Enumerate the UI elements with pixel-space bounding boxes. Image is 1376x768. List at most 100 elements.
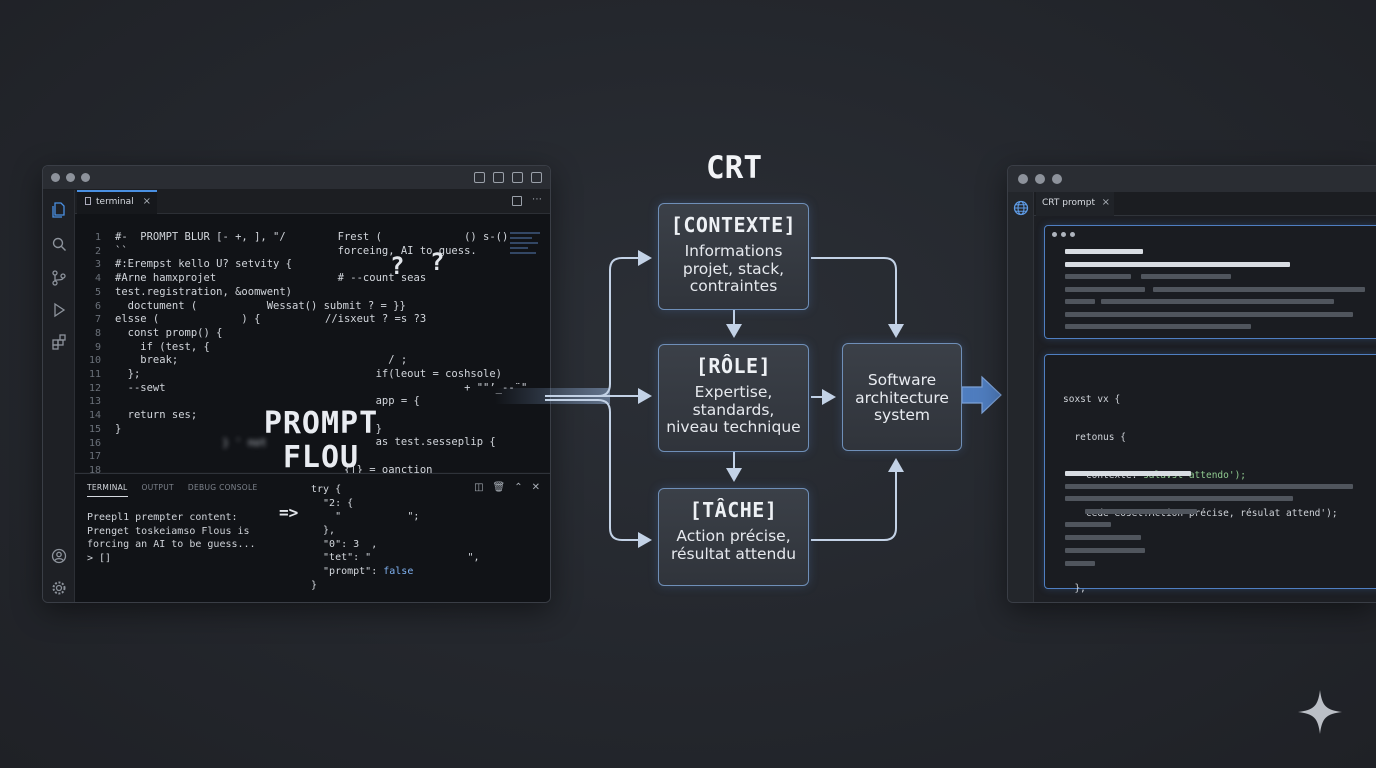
text-line	[1065, 312, 1353, 317]
code-line: / ;	[325, 354, 408, 367]
text-line	[1065, 249, 1143, 254]
line-number: 16	[88, 437, 101, 449]
json-line: " ";	[311, 511, 420, 523]
search-icon[interactable]	[51, 236, 67, 252]
line-number: 11	[88, 369, 101, 381]
trash-icon[interactable]: 🗑	[493, 482, 506, 493]
terminal-line: Preepl1 prempter content:	[87, 512, 238, 523]
close-window-button[interactable]	[1018, 174, 1028, 184]
panel-tab-debug-console[interactable]: DEBUG CONSOLE	[188, 483, 258, 497]
tab-crt-prompt[interactable]: CRT prompt ×	[1036, 192, 1114, 216]
editor-tab-strip: CRT prompt ×	[1034, 192, 1376, 216]
prompt-card-top	[1044, 225, 1376, 339]
node-line: architecture	[855, 388, 949, 407]
node-role: [RÔLE] Expertise, standards, niveau tech…	[658, 344, 809, 452]
json-line: "tet": " ",	[311, 552, 480, 564]
code-line: if(leout = coshsole)	[325, 367, 503, 380]
code-line: forceing, AI to guess.	[325, 244, 477, 257]
prompt-card-bottom: soxst vx { retonus { contexte:'salavst-a…	[1044, 354, 1376, 594]
text-line	[1065, 471, 1191, 476]
close-panel-icon[interactable]: ✕	[532, 482, 540, 493]
account-icon[interactable]	[51, 548, 67, 564]
panel-tab-output[interactable]: OUTPUT	[142, 483, 174, 497]
line-number: 4	[94, 273, 101, 285]
editor-tab-strip: terminal × ⋯	[75, 190, 550, 214]
line-number: 1	[94, 232, 101, 243]
line-number: 14	[88, 410, 101, 422]
node-tache-body: Action précise, résultat attendu	[659, 527, 808, 563]
node-line: Action précise,	[676, 527, 791, 545]
arrow-to-contexte	[545, 250, 652, 397]
text-line	[1065, 484, 1353, 489]
json-line: "prompt": false	[311, 566, 414, 578]
text-line	[1153, 287, 1365, 292]
arrow-symbol: =>	[279, 503, 299, 522]
line-number: 17	[88, 451, 101, 463]
close-tab-icon[interactable]: ×	[1102, 197, 1110, 208]
arrow-to-tache	[545, 399, 652, 548]
split-editor-icon[interactable]	[512, 172, 523, 183]
question-mark: ?	[390, 252, 405, 280]
source-control-icon[interactable]	[51, 270, 67, 286]
crt-prompt-window: CRT prompt × soxst vx { retonus { contex…	[1007, 165, 1376, 603]
activity-bar	[1008, 192, 1034, 602]
text-line	[1065, 324, 1251, 329]
text-line	[1065, 535, 1141, 540]
minimize-window-button[interactable]	[66, 173, 75, 182]
line-number: 12	[88, 382, 101, 394]
title-bar	[1008, 166, 1376, 192]
close-tab-icon[interactable]: ×	[143, 196, 151, 207]
extensions-icon[interactable]	[51, 334, 67, 350]
toggle-sidebar-icon[interactable]	[474, 172, 485, 183]
text-line	[1065, 561, 1095, 566]
chevron-up-icon[interactable]: ⌃	[514, 482, 522, 493]
code-line: //isxeut ? =s ?3	[325, 313, 427, 326]
text-line	[1065, 274, 1131, 279]
node-line: contraintes	[689, 277, 778, 295]
minimap[interactable]	[510, 232, 544, 292]
card-dots	[1052, 232, 1075, 237]
json-line: },	[311, 525, 336, 537]
globe-icon[interactable]	[1013, 200, 1029, 216]
maximize-window-button[interactable]	[1052, 174, 1062, 184]
panel-tab-terminal[interactable]: TERMINAL	[87, 483, 128, 497]
editor-actions: ⋯	[512, 195, 542, 206]
text-line	[1141, 274, 1231, 279]
close-window-button[interactable]	[51, 173, 60, 182]
line-number: 8	[94, 327, 101, 339]
json-line: "2: {	[311, 497, 354, 509]
diagram-title: CRT	[706, 150, 762, 186]
code-line: },	[1063, 583, 1086, 595]
minimize-window-button[interactable]	[1035, 174, 1045, 184]
code-editor[interactable]: 1 2 3 4 5 6 7 8 9 10 11 12 13 14 15 16 17 18 #- PROMPT BL…	[75, 214, 550, 490]
node-tache: [TÂCHE] Action précise, résultat attendu	[658, 488, 809, 586]
explorer-icon[interactable]	[51, 202, 67, 218]
terminal-output[interactable]: Preepl1 prempter content: Prenget toskeia…	[87, 512, 256, 567]
node-role-head: [RÔLE]	[695, 354, 772, 378]
text-line	[1065, 496, 1293, 501]
run-debug-icon[interactable]	[51, 302, 67, 318]
window-controls	[1018, 174, 1062, 184]
customize-layout-icon[interactable]	[531, 172, 542, 183]
node-line: Informations	[684, 242, 783, 260]
node-contexte: [CONTEXTE] Informations projet, stack, c…	[658, 203, 809, 310]
maximize-window-button[interactable]	[81, 173, 90, 182]
json-line: }	[311, 579, 318, 591]
settings-gear-icon[interactable]	[51, 580, 67, 596]
node-tache-head: [TÂCHE]	[689, 498, 778, 522]
line-number: 5	[94, 286, 101, 298]
line-number: 3	[94, 259, 101, 271]
toggle-panel-icon[interactable]	[493, 172, 504, 183]
prompt-flou-label: PROMPT FLOU	[251, 407, 391, 475]
question-mark: ?	[430, 248, 445, 276]
text-line	[1065, 522, 1111, 527]
split-editor-icon[interactable]	[512, 196, 522, 206]
bottom-panel: TERMINAL OUTPUT DEBUG CONSOLE ◫ 🗑 ⌃ ✕ Pr…	[75, 473, 550, 602]
node-role-body: Expertise, standards, niveau technique	[659, 383, 808, 437]
tab-terminal[interactable]: terminal ×	[77, 190, 157, 214]
more-actions-icon[interactable]: ⋯	[532, 195, 542, 206]
